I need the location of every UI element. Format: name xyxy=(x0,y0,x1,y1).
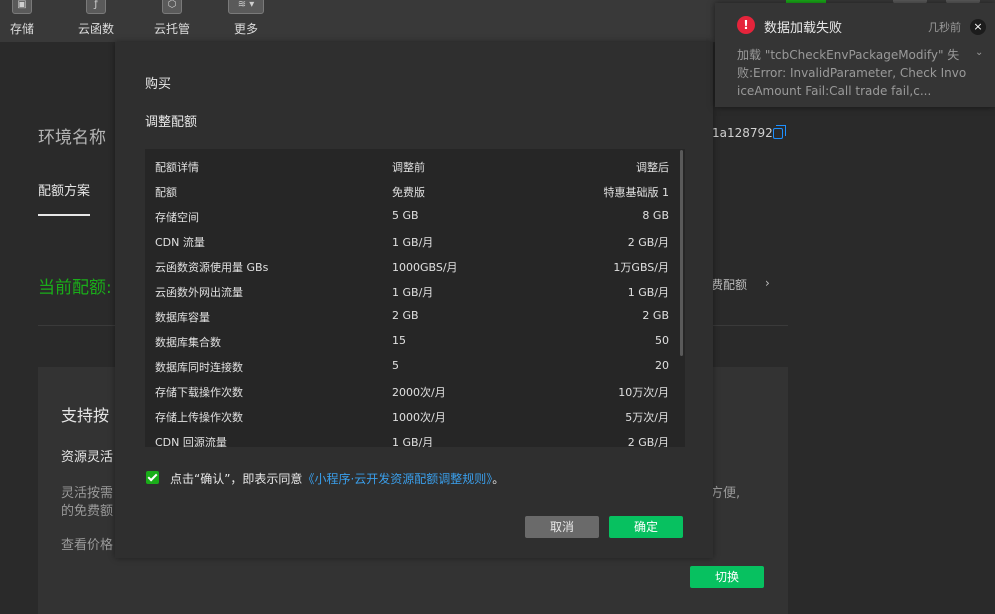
tab-quota-plan[interactable]: 配额方案 xyxy=(38,180,90,199)
table-cell: 存储空间 xyxy=(155,211,199,224)
card-subtitle: 资源灵活 xyxy=(61,450,114,465)
table-row: 云函数外网出流量 1 GB/月 1 GB/月 xyxy=(145,274,685,299)
table-cell: CDN 回源流量 xyxy=(155,436,227,447)
error-icon: ! xyxy=(737,16,755,34)
table-cell: 2 GB/月 xyxy=(627,236,669,249)
agree-suffix: 。 xyxy=(492,472,505,486)
table-cell: 15 xyxy=(392,334,406,347)
tab-underline xyxy=(38,214,90,216)
table-cell: 1万GBS/月 xyxy=(613,261,669,274)
table-row: 云函数资源使用量 GBs 1000GBS/月 1万GBS/月 xyxy=(145,249,685,274)
table-row: 存储空间 5 GB 8 GB xyxy=(145,199,685,224)
table-cell: 免费版 xyxy=(392,186,425,199)
table-cell: 存储上传操作次数 xyxy=(155,411,243,424)
table-row: CDN 回源流量 1 GB/月 2 GB/月 xyxy=(145,424,685,447)
table-cell: 5 GB xyxy=(392,209,419,222)
table-cell: 云函数外网出流量 xyxy=(155,286,243,299)
view-price-link[interactable]: 查看价格 xyxy=(61,534,113,553)
table-cell: 数据库集合数 xyxy=(155,336,221,349)
cancel-button[interactable]: 取消 xyxy=(525,516,599,538)
table-row: 数据库容量 2 GB 2 GB xyxy=(145,299,685,324)
toolbar-storage-button[interactable]: ▣ 存储 xyxy=(0,0,52,42)
table-cell: CDN 流量 xyxy=(155,236,205,249)
toolbar-function-label: 云函数 xyxy=(77,22,114,36)
table-cell: 10万次/月 xyxy=(618,386,669,399)
toolbar-container-label: 云托管 xyxy=(153,22,190,36)
table-row: 配额 免费版 特惠基础版 1 xyxy=(145,174,685,199)
table-row: 存储上传操作次数 1000次/月 5万次/月 xyxy=(145,399,685,424)
table-cell: 配额 xyxy=(155,186,177,199)
card-description-line2: 的免费额 xyxy=(61,504,114,519)
table-header-cell: 配额详情 xyxy=(155,161,199,174)
table-cell: 1 GB/月 xyxy=(392,286,434,299)
chevron-right-icon[interactable]: › xyxy=(765,276,770,290)
table-cell: 特惠基础版 1 xyxy=(603,186,670,199)
toolbar-more-button[interactable]: ≋ ▾ 更多 xyxy=(216,0,276,42)
table-cell: 1 GB/月 xyxy=(627,286,669,299)
env-title: 环境名称 xyxy=(38,128,106,148)
table-cell: 20 xyxy=(655,359,669,372)
table-header-row: 配额详情 调整前 调整后 xyxy=(145,149,685,174)
paid-quota-link[interactable]: 费配额 xyxy=(711,276,747,293)
table-cell: 1000次/月 xyxy=(392,411,446,424)
table-cell: 数据库同时连接数 xyxy=(155,361,243,374)
close-icon[interactable]: × xyxy=(970,19,986,35)
toolbar-function-button[interactable]: ƒ 云函数 xyxy=(66,0,126,42)
save-icon: ▣ xyxy=(12,0,32,14)
toolbar-more-label: 更多 xyxy=(233,22,258,36)
table-row: CDN 流量 1 GB/月 2 GB/月 xyxy=(145,224,685,249)
modal-buy-title: 购买 xyxy=(145,77,172,92)
notification-message: 加载 "tcbCheckEnvPackageModify" 失败:Error: … xyxy=(737,48,967,98)
card-description-line1: 灵活按需 xyxy=(61,486,114,501)
notification-time: 几秒前 xyxy=(928,21,961,34)
rules-link[interactable]: 《小程序·云开发资源配额调整规则》 xyxy=(302,472,492,486)
toolbar-storage-label: 存储 xyxy=(9,22,34,36)
table-cell: 存储下载操作次数 xyxy=(155,386,243,399)
switch-button[interactable]: 切换 xyxy=(690,566,764,588)
copy-icon[interactable] xyxy=(773,125,786,139)
confirm-button[interactable]: 确定 xyxy=(609,516,683,538)
table-header-cell: 调整后 xyxy=(636,161,669,174)
toolbar-container-button[interactable]: ⬡ 云托管 xyxy=(142,0,202,42)
notification-title: 数据加载失败 xyxy=(764,21,843,36)
quota-table[interactable]: 配额详情 调整前 调整后 配额 免费版 特惠基础版 1 存储空间 5 GB 8 … xyxy=(145,149,685,447)
table-header-cell: 调整前 xyxy=(392,161,425,174)
agree-checkbox[interactable] xyxy=(146,471,159,484)
chevron-down-icon[interactable]: ⌄ xyxy=(975,47,983,58)
table-cell: 5 xyxy=(392,359,399,372)
table-cell: 1000GBS/月 xyxy=(392,261,458,274)
layers-icon: ≋ ▾ xyxy=(228,0,264,14)
table-cell: 8 GB xyxy=(642,209,669,222)
agree-text: 点击“确认”，即表示同意《小程序·云开发资源配额调整规则》。 xyxy=(170,470,504,487)
table-cell: 5万次/月 xyxy=(625,411,669,424)
agree-prefix: 点击“确认”，即表示同意 xyxy=(170,472,303,486)
table-cell: 2 GB/月 xyxy=(627,436,669,447)
env-id: 1a128792 xyxy=(712,126,773,140)
card-title: 支持按 xyxy=(61,406,110,425)
table-cell: 2000次/月 xyxy=(392,386,446,399)
table-scrollbar[interactable] xyxy=(680,150,683,356)
table-cell: 数据库容量 xyxy=(155,311,210,324)
modal-adjust-title: 调整配额 xyxy=(145,115,198,130)
table-cell: 2 GB xyxy=(392,309,419,322)
function-icon: ƒ xyxy=(86,0,106,14)
table-cell: 云函数资源使用量 GBs xyxy=(155,261,269,274)
current-quota-label: 当前配额: xyxy=(38,278,112,298)
table-cell: 2 GB xyxy=(642,309,669,322)
table-row: 存储下载操作次数 2000次/月 10万次/月 xyxy=(145,374,685,399)
table-cell: 50 xyxy=(655,334,669,347)
table-row: 数据库同时连接数 5 20 xyxy=(145,349,685,374)
table-row: 数据库集合数 15 50 xyxy=(145,324,685,349)
container-icon: ⬡ xyxy=(162,0,182,14)
table-cell: 1 GB/月 xyxy=(392,236,434,249)
table-cell: 1 GB/月 xyxy=(392,436,434,447)
card-description-right: 方便, xyxy=(710,486,741,501)
